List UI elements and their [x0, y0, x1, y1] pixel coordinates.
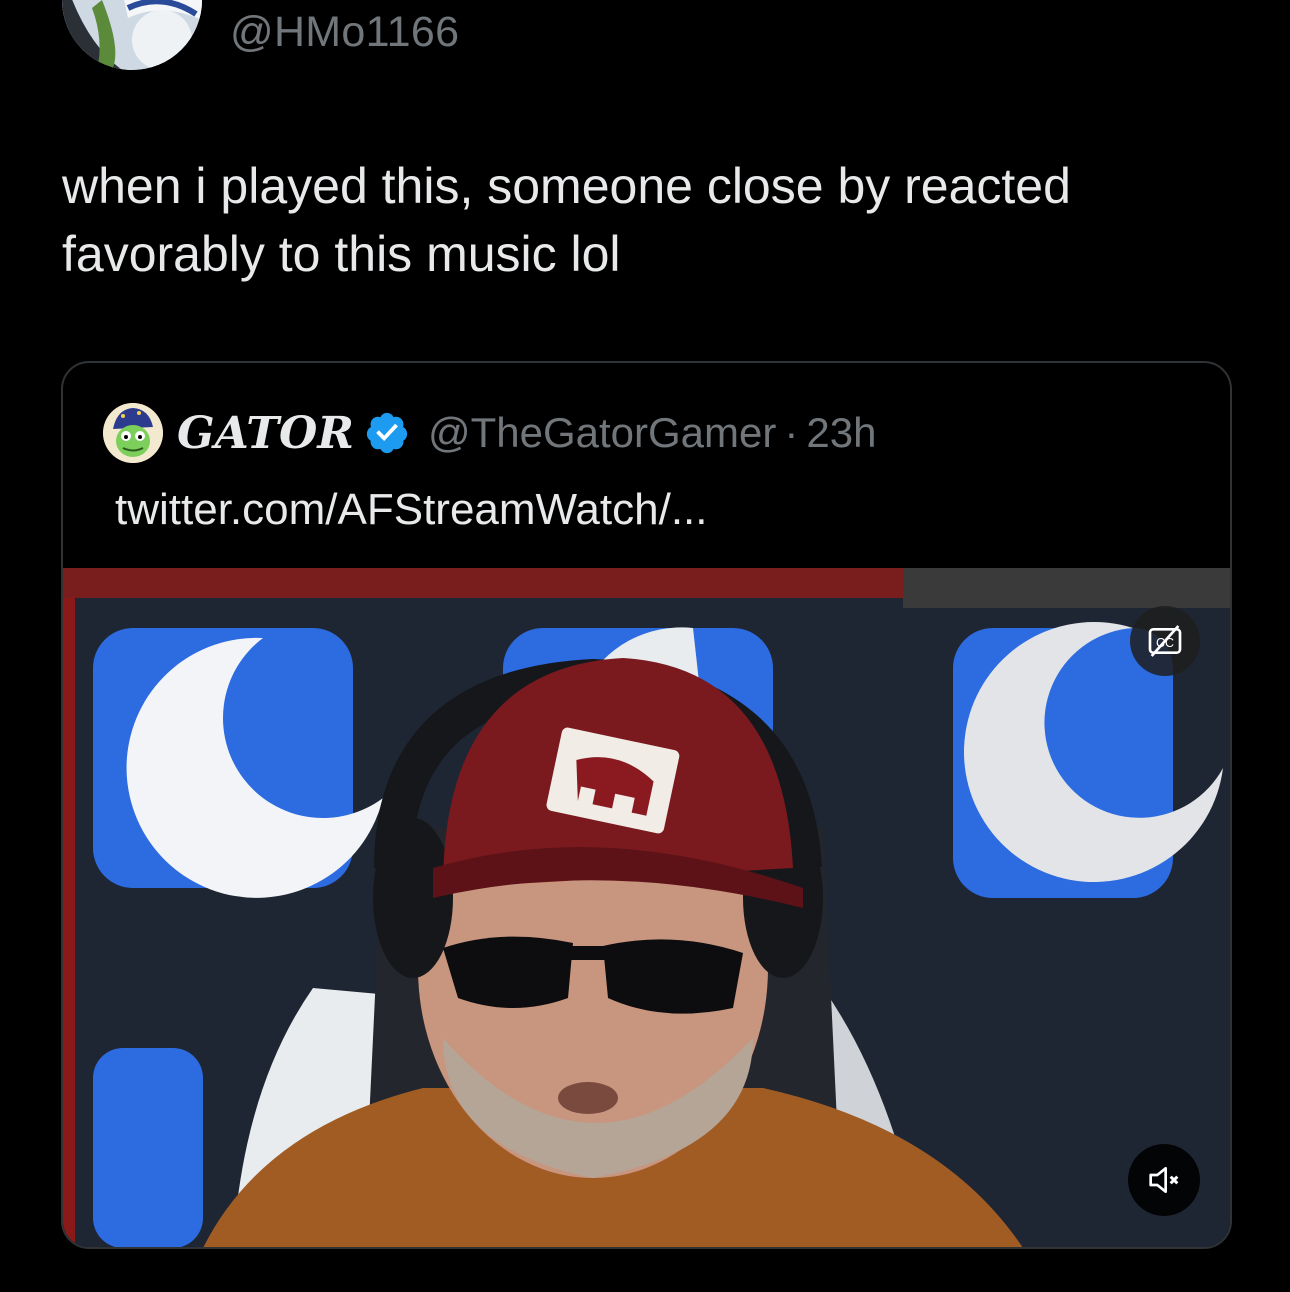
quoted-author-avatar[interactable] — [103, 403, 163, 463]
muted-speaker-icon — [1149, 1167, 1179, 1193]
quoted-handle[interactable]: @TheGatorGamer — [428, 409, 776, 457]
verified-badge-icon — [364, 410, 410, 456]
tweet-text-line: favorably to this music lol — [62, 226, 621, 282]
author-avatar[interactable] — [62, 0, 202, 70]
author-handle[interactable]: @HMo1166 — [230, 8, 459, 57]
gator-avatar-icon — [103, 403, 163, 463]
quoted-display-name[interactable]: GATOR — [177, 408, 354, 459]
mute-button[interactable] — [1128, 1144, 1200, 1216]
quoted-tweet-card[interactable]: GATOR @TheGatorGamer · 23h twitter.com/A… — [61, 361, 1232, 1249]
tweet-header: @HMo1166 — [0, 0, 1290, 80]
video-player[interactable]: CC — [63, 568, 1230, 1247]
quoted-tweet-header: GATOR @TheGatorGamer · 23h — [103, 403, 876, 463]
michelin-man-avatar-icon — [62, 0, 202, 70]
video-frame — [63, 568, 1230, 1247]
captions-button[interactable]: CC — [1130, 606, 1200, 676]
quoted-link[interactable]: twitter.com/AFStreamWatch/... — [115, 485, 708, 535]
captions-off-icon: CC — [1148, 625, 1182, 657]
tweet-text: when i played this, someone close by rea… — [62, 152, 1222, 288]
tweet-text-line: when i played this, someone close by rea… — [62, 158, 1071, 214]
quoted-timestamp[interactable]: 23h — [806, 409, 876, 457]
separator-dot: · — [784, 409, 799, 456]
